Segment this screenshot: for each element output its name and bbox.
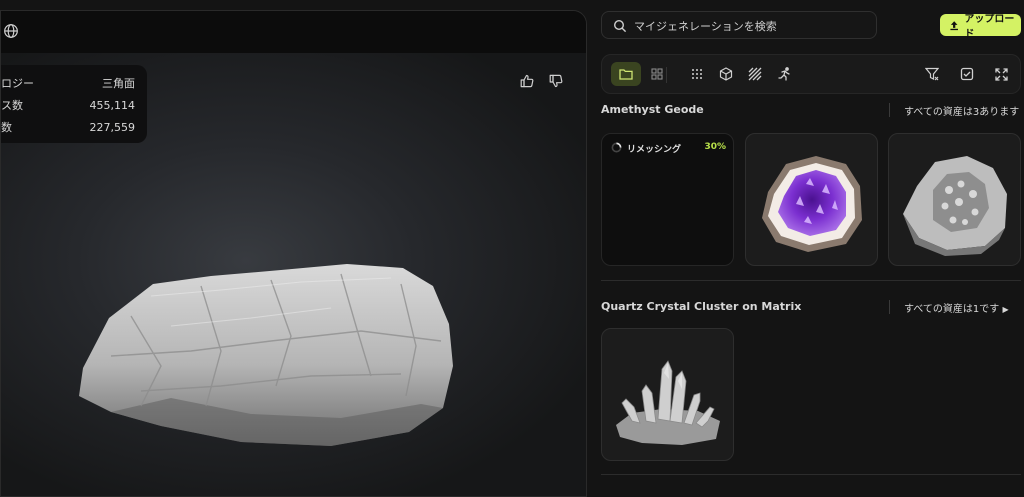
animation-button[interactable]	[776, 65, 794, 83]
quartz-cluster-thumbnail	[616, 360, 720, 445]
stat-value: 227,559	[89, 120, 136, 134]
stat-label: ス数	[1, 99, 23, 112]
asset-card-geode-gray[interactable]	[888, 133, 1021, 266]
stat-value: 三角面	[102, 77, 135, 90]
texture-button[interactable]	[746, 65, 764, 83]
section-separator	[601, 474, 1021, 475]
stat-label: 数	[1, 121, 12, 134]
stat-row-topology: ロジー 三角面	[1, 72, 135, 94]
search-icon	[613, 19, 627, 33]
stat-value: 455,114	[89, 98, 136, 112]
view-all-label: すべての資産は3あります	[904, 107, 1020, 116]
viewport-topbar	[1, 11, 586, 53]
app-root: ロジー 三角面 ス数 455,114 数 227,559 マイジェネレーションを…	[0, 0, 1024, 497]
model-viewport[interactable]: ロジー 三角面 ス数 455,114 数 227,559	[0, 10, 587, 497]
stat-row-faces: 数 227,559	[1, 116, 135, 138]
folder-icon	[619, 69, 633, 80]
section-divider	[889, 300, 890, 314]
texture-icon	[748, 67, 762, 81]
expand-button[interactable]	[992, 65, 1010, 83]
stat-label: ロジー	[1, 77, 34, 90]
upload-label: アップロード	[964, 14, 1015, 40]
view-all-label: すべての資産は1です	[904, 304, 1000, 315]
dots-grid-button[interactable]	[688, 65, 706, 83]
upload-icon	[950, 20, 958, 30]
checkbox-icon	[960, 67, 974, 81]
progress-percent: 30%	[704, 142, 726, 152]
view-all-link[interactable]: すべての資産は3あります ▶	[904, 103, 1024, 116]
asset-toolbar	[601, 54, 1021, 94]
expand-icon	[994, 67, 1008, 81]
section-separator	[601, 280, 1021, 281]
running-icon	[778, 67, 790, 81]
caret-right-icon: ▶	[1002, 305, 1009, 314]
grid-view-button[interactable]	[648, 65, 666, 83]
cube-icon	[719, 67, 733, 81]
section-divider	[889, 103, 890, 117]
globe-icon[interactable]	[3, 23, 19, 39]
view-all-link[interactable]: すべての資産は1です ▶	[904, 300, 1009, 315]
stat-row-vertices: ス数 455,114	[1, 94, 135, 116]
dots-grid-icon	[692, 69, 702, 79]
search-box[interactable]: マイジェネレーションを検索	[601, 11, 877, 39]
asset-card-amethyst[interactable]	[745, 133, 878, 266]
search-placeholder: マイジェネレーションを検索	[634, 20, 777, 33]
select-button[interactable]	[958, 65, 976, 83]
geode-gray-thumbnail	[903, 156, 1007, 256]
upload-button[interactable]: アップロード	[940, 14, 1021, 40]
rock-3d-model[interactable]	[71, 256, 461, 456]
asset-card-remeshing[interactable]: リメッシング 30%	[601, 133, 734, 266]
thumbs-up-icon[interactable]	[519, 73, 535, 89]
cube-button[interactable]	[717, 65, 735, 83]
folder-view-button[interactable]	[611, 62, 641, 86]
grid-icon	[651, 68, 663, 80]
filter-icon	[925, 67, 939, 81]
toolbar-separator	[666, 67, 667, 83]
mesh-stats-panel: ロジー 三角面 ス数 455,114 数 227,559	[1, 65, 147, 143]
amethyst-geode-thumbnail	[762, 156, 862, 252]
section-title: Amethyst Geode	[601, 103, 704, 116]
filter-button[interactable]	[923, 65, 941, 83]
asset-card-quartz[interactable]	[601, 328, 734, 461]
remesh-label: リメッシング	[627, 145, 682, 155]
section-title: Quartz Crystal Cluster on Matrix	[601, 300, 802, 313]
thumbs-down-icon[interactable]	[548, 73, 564, 89]
spinner-icon	[611, 142, 622, 153]
